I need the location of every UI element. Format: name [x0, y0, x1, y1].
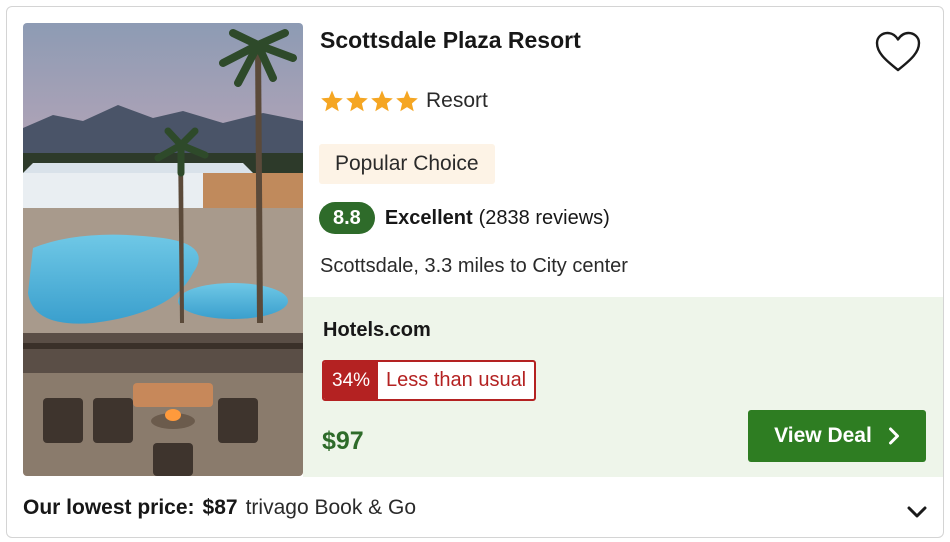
lowest-price-label: Our lowest price: [23, 496, 195, 519]
expand-prices-button[interactable] [902, 497, 932, 527]
deal-price: $97 [322, 427, 364, 455]
hotel-location: Scottsdale, 3.3 miles to City center [320, 255, 628, 277]
hotel-type: Resort [426, 89, 488, 112]
view-deal-button[interactable]: View Deal [748, 410, 926, 462]
hotel-photo[interactable] [23, 23, 303, 476]
view-deal-label: View Deal [774, 424, 872, 447]
popular-choice-badge: Popular Choice [319, 144, 495, 184]
star-icon [346, 90, 368, 112]
lowest-price-provider: trivago Book & Go [245, 496, 417, 519]
favorite-button[interactable] [873, 27, 923, 77]
deal-provider: Hotels.com [323, 319, 431, 341]
deal-panel[interactable]: Hotels.com 34% Less than usual $97 View … [303, 297, 943, 477]
chevron-down-icon [907, 506, 927, 518]
heart-outline-icon [875, 31, 921, 72]
hotel-name[interactable]: Scottsdale Plaza Resort [320, 27, 581, 54]
hotel-card: Scottsdale Plaza Resort Resort Popular C… [6, 6, 944, 538]
discount-text: Less than usual [386, 369, 527, 391]
discount-percent: 34% [324, 362, 379, 399]
rating-summary[interactable]: 8.8 Excellent (2838 reviews) [319, 202, 610, 234]
hotel-stars: Resort [320, 89, 488, 113]
star-icon [321, 90, 343, 112]
star-icon [396, 90, 418, 112]
discount-badge: 34% Less than usual [322, 360, 537, 401]
rating-score: 8.8 [319, 202, 375, 234]
review-count: (2838 reviews) [478, 206, 610, 229]
rating-label: Excellent [384, 206, 473, 229]
lowest-price-row[interactable]: Our lowest price: $87 trivago Book & Go [23, 496, 416, 520]
star-icon [371, 90, 393, 112]
lowest-price-value: $87 [202, 496, 238, 519]
chevron-right-icon [888, 427, 900, 445]
